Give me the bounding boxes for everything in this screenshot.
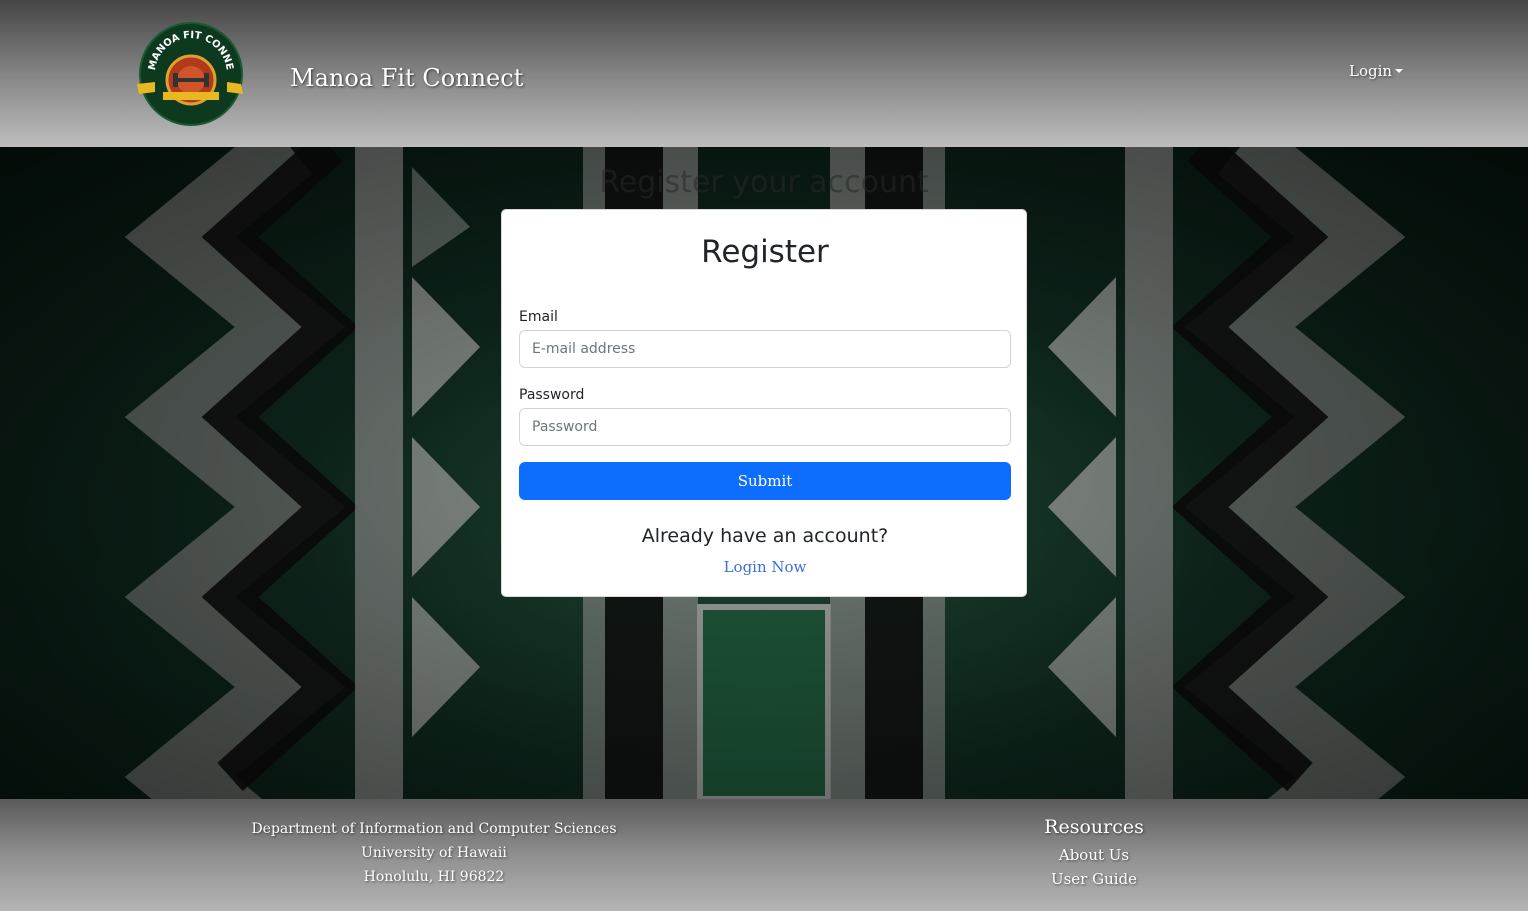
already-have-account-text: Already have an account?: [641, 525, 889, 547]
address-line: Honolulu, HI 96822: [363, 869, 505, 885]
resources-title: Resources: [1044, 816, 1144, 838]
address-line: Department of Information and Computer S…: [251, 821, 617, 837]
submit-button[interactable]: Submit: [519, 462, 1011, 500]
password-field[interactable]: [519, 408, 1011, 446]
brand-title[interactable]: Manoa Fit Connect: [290, 64, 523, 92]
register-card: Register Email Password Submit Already h…: [501, 209, 1027, 597]
login-dropdown-label: Login: [1349, 62, 1393, 80]
login-dropdown[interactable]: Login: [1349, 62, 1404, 80]
footer-address: Department of Information and Computer S…: [234, 817, 634, 889]
login-now-link[interactable]: Login Now: [502, 558, 1028, 576]
card-title: Register: [701, 234, 829, 270]
navbar: MANOA FIT CONNECT Manoa Fit Connect Logi…: [0, 0, 1528, 147]
address-line: University of Hawaii: [361, 845, 507, 861]
email-field[interactable]: [519, 330, 1011, 368]
user-guide-link[interactable]: User Guide: [994, 867, 1194, 891]
password-label: Password: [519, 387, 585, 403]
caret-down-icon: [1395, 69, 1404, 73]
hero-title: Register your account: [599, 165, 929, 200]
footer: Department of Information and Computer S…: [0, 799, 1528, 911]
manoa-fit-connect-logo[interactable]: MANOA FIT CONNECT: [131, 14, 243, 126]
email-label: Email: [519, 309, 558, 325]
footer-resources: Resources About Us User Guide: [994, 813, 1194, 891]
about-us-link[interactable]: About Us: [994, 843, 1194, 867]
